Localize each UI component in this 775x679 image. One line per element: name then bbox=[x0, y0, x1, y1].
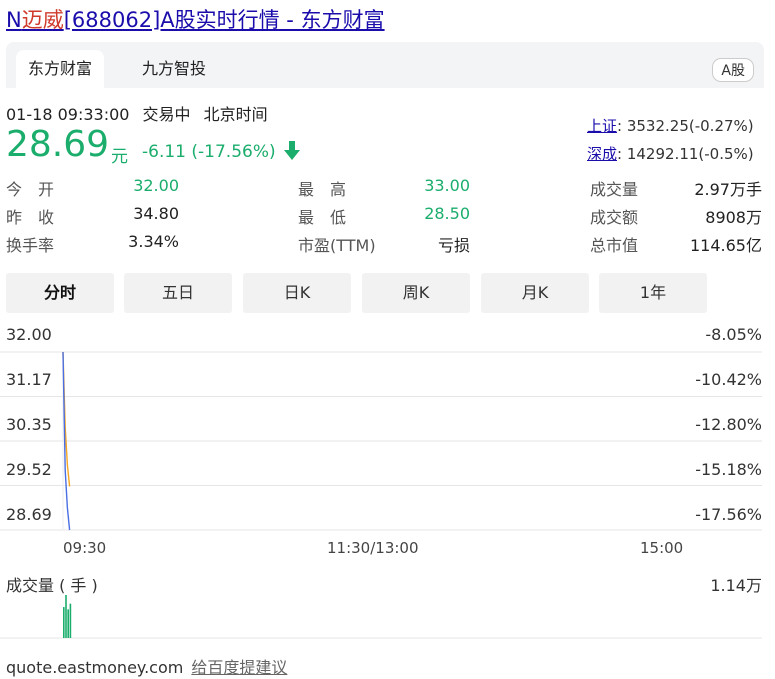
stat-value-high: 33.00 bbox=[424, 176, 470, 195]
price-unit: 元 bbox=[111, 147, 128, 167]
page-title-link[interactable]: N迈威[688062]A股实时行情 - 东方财富 bbox=[6, 4, 385, 34]
volume-label: 成交量 ( 手 ) bbox=[6, 576, 98, 595]
volume-bar bbox=[67, 609, 69, 638]
tab-weekly-k[interactable]: 周K bbox=[362, 273, 470, 313]
stat-value-low: 28.50 bbox=[424, 204, 470, 223]
y-tick-right: -8.05% bbox=[705, 325, 762, 344]
volume-bar bbox=[69, 603, 72, 638]
volume-bar bbox=[65, 595, 67, 638]
stat-value-open: 32.00 bbox=[133, 176, 179, 195]
tab-intraday[interactable]: 分时 bbox=[6, 273, 114, 313]
status-state: 交易中 bbox=[142, 105, 191, 124]
index-shenzhen-link[interactable]: 深成 bbox=[587, 145, 617, 163]
status-time: 01-18 09:33:00 bbox=[6, 105, 130, 124]
stat-label-low: 最 低 bbox=[298, 208, 347, 227]
intraday-chart bbox=[0, 351, 762, 639]
stat-label-open: 今 开 bbox=[6, 180, 55, 199]
status-timezone: 北京时间 bbox=[203, 105, 268, 124]
y-tick-right: -12.80% bbox=[695, 415, 762, 434]
tab-daily-k[interactable]: 日K bbox=[243, 273, 351, 313]
stat-value-market-cap: 114.65亿 bbox=[690, 236, 762, 255]
title-highlight: 迈威 bbox=[21, 8, 64, 32]
x-tick: 11:30/13:00 bbox=[327, 539, 419, 557]
stat-label-pe: 市盈(TTM) bbox=[298, 236, 376, 255]
index-shenzhen-value: : 14292.11(-0.5%) bbox=[617, 145, 754, 163]
stat-label-volume: 成交量 bbox=[590, 180, 639, 199]
index-shanghai-value: : 3532.25(-0.27%) bbox=[617, 117, 754, 135]
market-badge: A股 bbox=[712, 58, 754, 82]
x-tick: 09:30 bbox=[63, 539, 107, 557]
y-tick-right: -15.18% bbox=[695, 460, 762, 479]
y-tick-left: 32.00 bbox=[6, 325, 52, 344]
stat-value-volume: 2.97万手 bbox=[694, 180, 762, 199]
title-suffix: [688062]A股实时行情 - 东方财富 bbox=[63, 8, 385, 32]
stat-value-turnover-rate: 3.34% bbox=[128, 232, 179, 251]
y-tick-left: 30.35 bbox=[6, 415, 52, 434]
y-tick-left: 31.17 bbox=[6, 370, 52, 389]
stat-label-market-cap: 总市值 bbox=[590, 236, 639, 255]
trading-status: 01-18 09:33:00 交易中 北京时间 bbox=[6, 101, 276, 125]
tab-one-year[interactable]: 1年 bbox=[599, 273, 707, 313]
index-shanghai: 上证: 3532.25(-0.27%) bbox=[587, 115, 754, 136]
tab-five-day[interactable]: 五日 bbox=[124, 273, 232, 313]
source-tab-bar: 东方财富 九方智投 A股 bbox=[6, 42, 764, 88]
y-tick-right: -10.42% bbox=[695, 370, 762, 389]
footer: quote.eastmoney.com 给百度提建议 bbox=[6, 654, 287, 678]
tab-jiufang[interactable]: 九方智投 bbox=[130, 50, 218, 88]
current-price: 28.69 bbox=[6, 124, 110, 165]
stat-value-turnover-amount: 8908万 bbox=[705, 208, 762, 227]
arrow-down-icon bbox=[284, 141, 300, 160]
price-change: -6.11 (-17.56%) bbox=[142, 142, 276, 162]
footer-site: quote.eastmoney.com bbox=[6, 658, 184, 677]
tab-monthly-k[interactable]: 月K bbox=[481, 273, 589, 313]
stat-label-prev-close: 昨 收 bbox=[6, 208, 55, 227]
title-prefix: N bbox=[6, 8, 22, 32]
volume-max-label: 1.14万 bbox=[710, 576, 762, 595]
stat-label-turnover-rate: 换手率 bbox=[6, 236, 55, 255]
stat-value-prev-close: 34.80 bbox=[133, 204, 179, 223]
feedback-link[interactable]: 给百度提建议 bbox=[191, 658, 287, 677]
y-tick-left: 28.69 bbox=[6, 505, 52, 524]
x-tick: 15:00 bbox=[640, 539, 684, 557]
index-shenzhen: 深成: 14292.11(-0.5%) bbox=[587, 143, 754, 164]
tab-eastmoney[interactable]: 东方财富 bbox=[16, 50, 105, 88]
index-shanghai-link[interactable]: 上证 bbox=[587, 117, 617, 135]
stat-label-high: 最 高 bbox=[298, 180, 347, 199]
y-tick-right: -17.56% bbox=[695, 505, 762, 524]
stat-value-pe: 亏损 bbox=[437, 236, 470, 255]
stat-label-turnover-amount: 成交额 bbox=[590, 208, 639, 227]
volume-bar bbox=[63, 607, 65, 638]
y-tick-left: 29.52 bbox=[6, 460, 52, 479]
